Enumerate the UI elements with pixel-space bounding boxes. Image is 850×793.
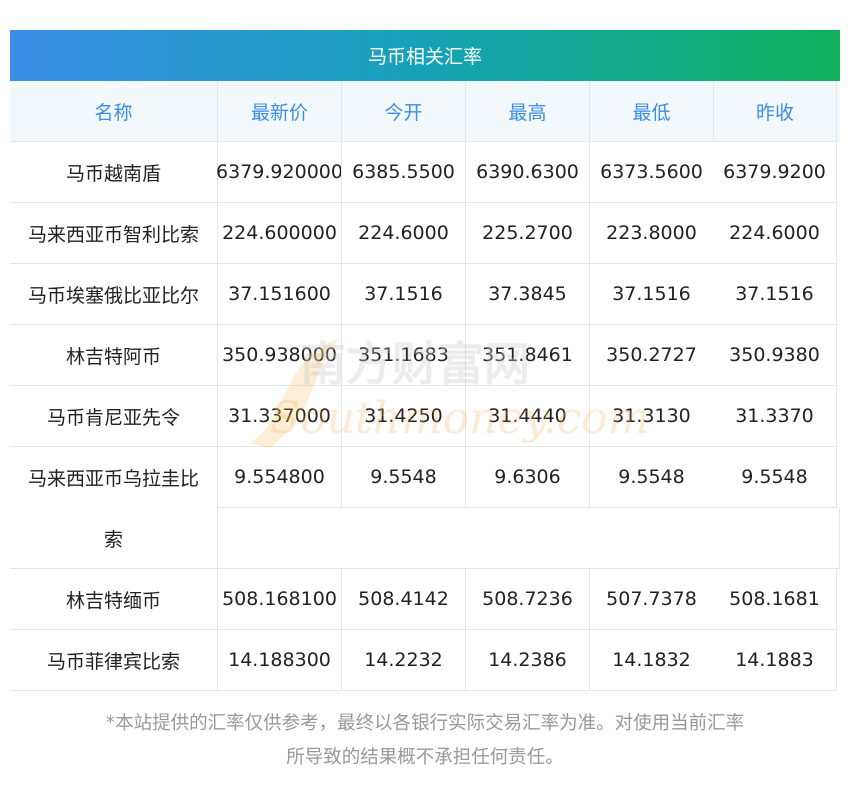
latest-price: 14.188300 <box>217 630 341 691</box>
low-price: 6373.5600 <box>589 142 713 203</box>
prev-close-price: 508.1681 <box>713 569 837 630</box>
high-price: 31.4440 <box>465 386 589 447</box>
row-values: 9.554800 9.5548 9.6306 9.5548 9.5548 <box>217 447 840 508</box>
currency-pair-name: 马来西亚币智利比索 <box>10 203 217 264</box>
disclaimer: *本站提供的汇率仅供参考，最终以各银行实际交易汇率为准。对使用当前汇率 所导致的… <box>10 707 840 775</box>
low-price: 507.7378 <box>589 569 713 630</box>
prev-close-price: 14.1883 <box>713 630 837 691</box>
disclaimer-line-1: *本站提供的汇率仅供参考，最终以各银行实际交易汇率为准。对使用当前汇率 <box>105 713 745 734</box>
table-row: 林吉特缅币 508.168100 508.4142 508.7236 507.7… <box>10 569 840 630</box>
latest-price: 508.168100 <box>217 569 341 630</box>
column-header-latest: 最新价 <box>217 81 341 142</box>
currency-pair-name-line2: 索 <box>103 528 123 551</box>
column-header-high: 最高 <box>465 81 589 142</box>
low-price: 223.8000 <box>589 203 713 264</box>
table-row: 马来西亚币乌拉圭比 索 9.554800 9.5548 9.6306 9.554… <box>10 447 840 569</box>
open-price: 14.2232 <box>341 630 465 691</box>
latest-price: 350.938000 <box>217 325 341 386</box>
latest-price: 6379.920000 <box>216 142 343 203</box>
prev-close-price: 350.9380 <box>713 325 837 386</box>
open-price: 9.5548 <box>341 447 465 508</box>
column-header-name: 名称 <box>10 81 217 142</box>
high-price: 508.7236 <box>465 569 589 630</box>
prev-close-price: 6379.9200 <box>713 142 837 203</box>
currency-pair-name: 马币埃塞俄比亚比尔 <box>10 264 217 325</box>
column-header-low: 最低 <box>589 81 713 142</box>
open-price: 6385.5500 <box>341 142 465 203</box>
prev-close-price: 31.3370 <box>713 386 837 447</box>
high-price: 9.6306 <box>465 447 589 508</box>
open-price: 351.1683 <box>341 325 465 386</box>
low-price: 37.1516 <box>589 264 713 325</box>
high-price: 37.3845 <box>465 264 589 325</box>
latest-price: 37.151600 <box>217 264 341 325</box>
prev-close-price: 9.5548 <box>713 447 837 508</box>
latest-price: 9.554800 <box>217 447 341 508</box>
open-price: 37.1516 <box>341 264 465 325</box>
currency-pair-name: 马币菲律宾比索 <box>10 630 217 691</box>
table-row: 马币菲律宾比索 14.188300 14.2232 14.2386 14.183… <box>10 630 840 691</box>
rates-table: 名称 最新价 今开 最高 最低 昨收 马币越南盾 6379.920000 638… <box>10 81 840 691</box>
table-row: 马币肯尼亚先令 31.337000 31.4250 31.4440 31.313… <box>10 386 840 447</box>
low-price: 9.5548 <box>589 447 713 508</box>
low-price: 350.2727 <box>589 325 713 386</box>
currency-pair-name: 林吉特阿币 <box>10 325 217 386</box>
disclaimer-line-2: 所导致的结果概不承担任何责任。 <box>286 747 564 768</box>
column-header-prev-close: 昨收 <box>713 81 837 142</box>
high-price: 351.8461 <box>465 325 589 386</box>
low-price: 14.1832 <box>589 630 713 691</box>
currency-pair-name: 马币越南盾 <box>10 142 217 203</box>
table-row: 马币埃塞俄比亚比尔 37.151600 37.1516 37.3845 37.1… <box>10 264 840 325</box>
prev-close-price: 37.1516 <box>713 264 837 325</box>
currency-pair-name: 马来西亚币乌拉圭比 索 <box>10 447 217 569</box>
prev-close-price: 224.6000 <box>713 203 837 264</box>
table-header-row: 名称 最新价 今开 最高 最低 昨收 <box>10 81 840 142</box>
high-price: 14.2386 <box>465 630 589 691</box>
currency-pair-name: 林吉特缅币 <box>10 569 217 630</box>
latest-price: 224.600000 <box>217 203 341 264</box>
open-price: 224.6000 <box>341 203 465 264</box>
open-price: 508.4142 <box>341 569 465 630</box>
row-values-wrapper: 9.554800 9.5548 9.6306 9.5548 9.5548 <box>217 447 840 569</box>
high-price: 6390.6300 <box>465 142 589 203</box>
high-price: 225.2700 <box>465 203 589 264</box>
table-title-bar: 马币相关汇率 <box>10 30 840 81</box>
table-row: 林吉特阿币 350.938000 351.1683 351.8461 350.2… <box>10 325 840 386</box>
currency-pair-name-line1: 马来西亚币乌拉圭比 <box>27 468 199 490</box>
empty-cell-area <box>217 508 840 569</box>
currency-pair-name: 马币肯尼亚先令 <box>10 386 217 447</box>
open-price: 31.4250 <box>341 386 465 447</box>
column-header-open: 今开 <box>341 81 465 142</box>
table-row: 马来西亚币智利比索 224.600000 224.6000 225.2700 2… <box>10 203 840 264</box>
low-price: 31.3130 <box>589 386 713 447</box>
latest-price: 31.337000 <box>217 386 341 447</box>
table-row: 马币越南盾 6379.920000 6385.5500 6390.6300 63… <box>10 142 840 203</box>
table-title: 马币相关汇率 <box>367 46 482 68</box>
